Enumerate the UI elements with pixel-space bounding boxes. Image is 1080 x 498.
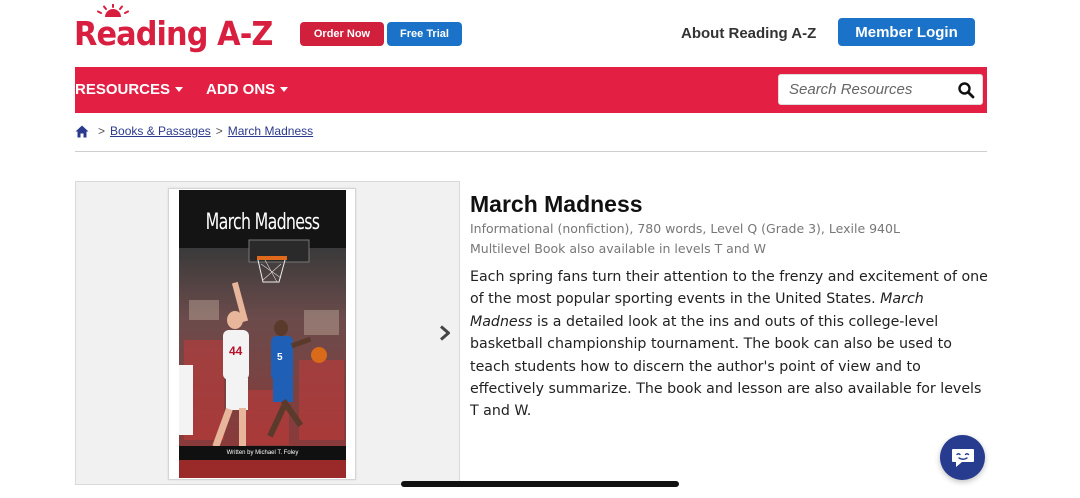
breadcrumb-current[interactable]: March Madness [228,124,313,138]
nav-resources[interactable]: RESOURCES [75,81,184,98]
about-link[interactable]: About Reading A-Z [681,25,816,42]
breadcrumb-separator: > [98,124,106,138]
book-meta-line1: Informational (nonfiction), 780 words, L… [470,221,900,236]
chat-button[interactable] [940,435,985,480]
book-meta-line2: Multilevel Book also available in levels… [470,241,767,256]
breadcrumb-books-passages[interactable]: Books & Passages [110,124,211,138]
search-icon[interactable] [957,81,975,99]
divider [75,151,987,152]
book-meta: Informational (nonfiction), 780 words, L… [470,219,900,259]
book-description: Each spring fans turn their attention to… [470,266,990,423]
free-trial-button[interactable]: Free Trial [387,22,462,46]
book-cover-frame[interactable]: 44 5 March Madness Written by Michael T.… [168,188,356,480]
search-input[interactable] [779,75,951,104]
nav-add-ons-label: ADD ONS [206,81,276,98]
book-title: March Madness [470,191,643,217]
home-icon[interactable] [75,125,89,138]
cover-title: March Madness [205,210,320,235]
chevron-right-icon[interactable] [438,325,452,341]
caret-down-icon [175,87,184,92]
member-login-button[interactable]: Member Login [838,18,975,46]
description-part2: is a detailed look at the ins and outs o… [470,313,982,420]
main-nav: RESOURCES ADD ONS [75,67,987,113]
book-preview-panel: 44 5 March Madness Written by Michael T.… [75,181,460,485]
svg-text:44: 44 [229,344,243,358]
reading-az-logo[interactable]: Reading A-Z [74,4,273,56]
book-cover: 44 5 March Madness Written by Michael T.… [179,190,346,478]
nav-add-ons[interactable]: ADD ONS [206,81,289,98]
nav-resources-label: RESOURCES [75,81,171,98]
breadcrumb-separator: > [215,124,223,138]
logo-text: Reading A-Z [74,14,273,53]
cover-author: Written by Michael T. Foley [226,450,299,456]
breadcrumb: > Books & Passages > March Madness [75,122,313,140]
home-indicator [401,481,679,487]
svg-text:5: 5 [277,352,283,363]
order-now-button[interactable]: Order Now [300,22,384,46]
search-box [778,74,983,105]
caret-down-icon [280,87,289,92]
chat-icon [951,448,974,467]
